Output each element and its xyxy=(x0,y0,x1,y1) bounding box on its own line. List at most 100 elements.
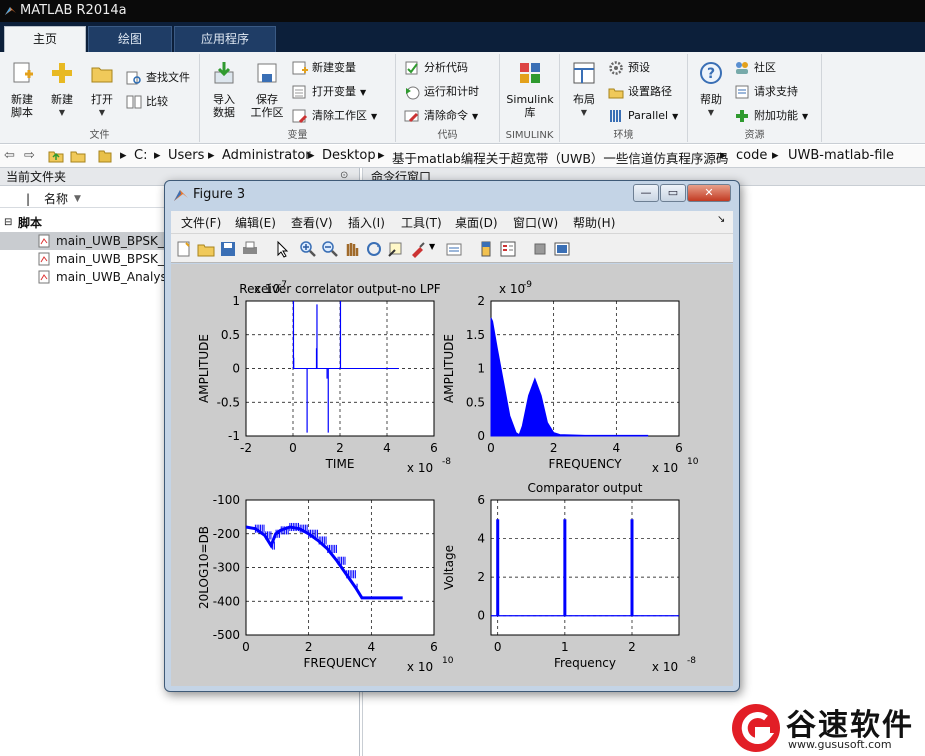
add-ons-button[interactable]: 附加功能 ▼ xyxy=(734,106,808,126)
compare-button[interactable]: 比较 xyxy=(126,92,168,112)
y-tick-label: -500 xyxy=(213,628,240,642)
browse-folder-icon[interactable] xyxy=(70,149,86,163)
save-icon[interactable] xyxy=(219,240,237,258)
pan-hand-icon[interactable] xyxy=(343,240,361,258)
x-exponent-label: x 10 xyxy=(407,660,433,674)
community-button[interactable]: 社区 xyxy=(734,58,776,78)
breadcrumb-administrator[interactable]: Administrator xyxy=(222,148,311,163)
breadcrumb-desktop[interactable]: Desktop xyxy=(322,148,376,163)
chevron-down-icon: ▼ xyxy=(98,108,106,117)
edit-plot-arrow-icon[interactable] xyxy=(273,240,291,258)
dock-arrow-icon[interactable]: ↘ xyxy=(717,214,725,225)
watermark: 谷速软件 www.gususoft.com xyxy=(728,698,925,756)
collapse-icon[interactable]: ⊟ xyxy=(4,214,12,232)
figure-window[interactable]: Figure 3 — ▭ ✕ 文件(F) 编辑(E) 查看(V) 插入(I) 工… xyxy=(164,180,740,692)
pulse-bar xyxy=(563,519,567,616)
chevron-down-icon[interactable]: ▼ xyxy=(429,242,435,251)
matlab-logo-icon xyxy=(174,190,188,201)
chevron-down-icon[interactable]: ▼ xyxy=(672,112,678,121)
menu-window[interactable]: 窗口(W) xyxy=(513,214,558,231)
x-tick-label: 0 xyxy=(494,640,502,654)
zoom-out-icon[interactable] xyxy=(321,240,339,258)
maximize-button[interactable]: ▭ xyxy=(660,184,686,202)
back-icon[interactable]: ⇦ xyxy=(4,148,15,163)
link-plot-icon[interactable] xyxy=(445,240,463,258)
close-button[interactable]: ✕ xyxy=(687,184,731,202)
y-tick-label: 0.5 xyxy=(466,395,485,409)
menu-file[interactable]: 文件(F) xyxy=(181,214,221,231)
show-plot-tools-icon[interactable] xyxy=(553,240,571,258)
layout-icon xyxy=(573,62,595,84)
print-icon[interactable] xyxy=(241,240,259,258)
clear-workspace-button[interactable]: 清除工作区 ▼ xyxy=(292,106,377,126)
data-cursor-icon[interactable] xyxy=(387,240,405,258)
layout-button[interactable]: 布局 ▼ xyxy=(564,60,604,119)
new-script-button[interactable]: 新建 脚本 xyxy=(4,60,40,119)
import-data-button[interactable]: 导入 数据 xyxy=(204,60,244,119)
request-support-button[interactable]: 请求支持 xyxy=(734,82,798,102)
open-label: 打开 xyxy=(91,93,113,106)
save-workspace-button[interactable]: 保存 工作区 xyxy=(246,60,288,119)
menu-tools[interactable]: 工具(T) xyxy=(401,214,442,231)
watermark-url: www.gususoft.com xyxy=(788,738,892,751)
pulse-bar xyxy=(496,519,500,616)
x-axis-label: FREQUENCY xyxy=(303,656,377,670)
open-variable-button[interactable]: 打开变量 ▼ xyxy=(292,82,366,102)
preferences-button[interactable]: 预设 xyxy=(608,58,650,78)
rotate-3d-icon[interactable] xyxy=(365,240,383,258)
new-variable-icon xyxy=(292,61,308,75)
breadcrumb-users[interactable]: Users xyxy=(168,148,204,163)
menu-insert[interactable]: 插入(I) xyxy=(348,214,385,231)
resources-group: ? 帮助 ▼ 社区 请求支持 附加功能 ▼ 资源 xyxy=(688,54,822,142)
brush-icon[interactable] xyxy=(409,240,427,258)
y-tick-label: -300 xyxy=(213,561,240,575)
legend-icon[interactable] xyxy=(499,240,517,258)
run-and-time-icon xyxy=(406,86,420,100)
simulink-library-button[interactable]: Simulink 库 xyxy=(504,60,556,119)
set-path-button[interactable]: 设置路径 xyxy=(608,82,672,102)
new-figure-icon[interactable] xyxy=(175,240,193,258)
menu-help[interactable]: 帮助(H) xyxy=(573,214,615,231)
breadcrumb-c[interactable]: C: xyxy=(134,148,147,163)
sort-divider: | xyxy=(26,192,31,206)
tab-home[interactable]: 主页 xyxy=(4,26,86,52)
breadcrumb-project-folder[interactable]: 基于matlab编程关于超宽带（UWB）一些信道仿真程序源码 xyxy=(392,148,728,167)
parallel-button[interactable]: Parallel ▼ xyxy=(608,106,678,126)
code-group-label: 代码 xyxy=(437,130,458,141)
new-variable-button[interactable]: 新建变量 xyxy=(292,58,356,78)
tab-apps[interactable]: 应用程序 xyxy=(174,26,276,52)
clear-commands-button[interactable]: 清除命令 ▼ xyxy=(404,106,478,126)
help-button[interactable]: ? 帮助 ▼ xyxy=(694,60,728,119)
new-button[interactable]: 新建 ▼ xyxy=(44,60,80,119)
breadcrumb-uwb-matlab-file[interactable]: UWB-matlab-file xyxy=(788,148,894,163)
minimize-button[interactable]: — xyxy=(633,184,659,202)
clear-commands-label: 清除命令 xyxy=(424,109,468,122)
up-folder-icon[interactable] xyxy=(48,149,64,163)
colorbar-icon[interactable] xyxy=(477,240,495,258)
hide-plot-tools-icon[interactable] xyxy=(531,240,549,258)
menu-desktop[interactable]: 桌面(D) xyxy=(455,214,498,231)
set-path-icon xyxy=(608,88,624,99)
menu-edit[interactable]: 编辑(E) xyxy=(235,214,276,231)
find-files-button[interactable]: 查找文件 xyxy=(126,68,190,88)
breadcrumb-code[interactable]: code xyxy=(736,148,767,163)
plot-area xyxy=(490,300,680,437)
x-tick-label: 0 xyxy=(242,640,250,654)
chevron-down-icon[interactable]: ▼ xyxy=(472,112,478,121)
analyze-code-button[interactable]: 分析代码 xyxy=(404,58,468,78)
figure-title: Figure 3 xyxy=(193,187,246,202)
run-and-time-button[interactable]: 运行和计时 xyxy=(404,82,479,102)
menu-view[interactable]: 查看(V) xyxy=(291,214,333,231)
open-button[interactable]: 打开 ▼ xyxy=(84,60,120,119)
zoom-in-icon[interactable] xyxy=(299,240,317,258)
request-support-label: 请求支持 xyxy=(754,85,798,98)
forward-icon[interactable]: ⇨ xyxy=(24,148,35,163)
open-file-icon[interactable] xyxy=(197,240,215,258)
chevron-down-icon[interactable]: ▼ xyxy=(371,112,377,121)
tab-plots[interactable]: 绘图 xyxy=(88,26,172,52)
chevron-down-icon[interactable]: ▼ xyxy=(360,88,366,97)
gususoft-logo-icon xyxy=(732,704,780,752)
y-tick-label: 0 xyxy=(232,362,240,376)
chevron-down-icon[interactable]: ▼ xyxy=(802,112,808,121)
file-name: main_UWB_BPSK_A xyxy=(56,252,173,266)
